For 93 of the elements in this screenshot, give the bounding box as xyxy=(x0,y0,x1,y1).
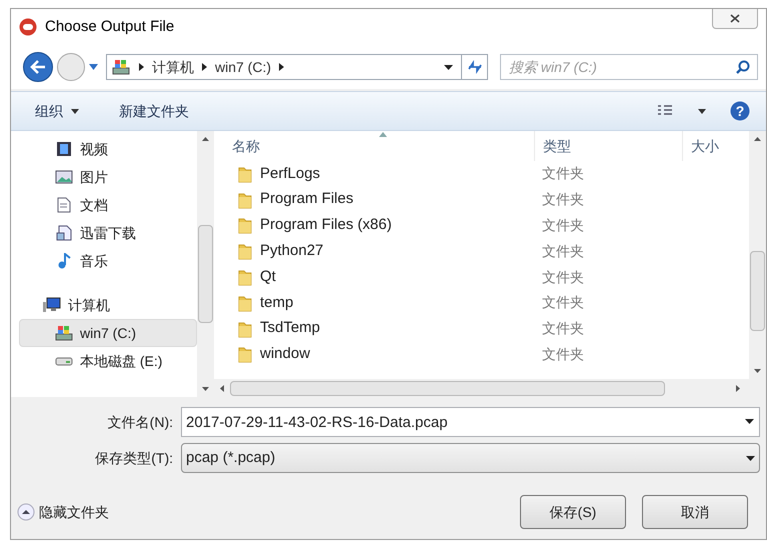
file-row[interactable]: Program Files (x86) 文件夹 xyxy=(214,212,749,238)
file-row[interactable]: Qt 文件夹 xyxy=(214,264,749,290)
sidebar-item[interactable]: 文档 xyxy=(19,191,197,219)
sidebar-item[interactable]: 迅雷下载 xyxy=(19,219,197,247)
file-type-label: 保存类型(T): xyxy=(94,448,173,468)
file-name: TsdTemp xyxy=(260,318,320,338)
sidebar-item[interactable]: win7 (C:) xyxy=(19,319,197,347)
search-field[interactable]: 搜索 win7 (C:) xyxy=(500,54,758,80)
new-folder-button[interactable]: 新建文件夹 xyxy=(111,100,197,122)
scroll-down-arrow-icon[interactable] xyxy=(202,387,209,391)
film-icon xyxy=(56,141,72,157)
file-type: 文件夹 xyxy=(541,268,584,287)
file-type: 文件夹 xyxy=(541,293,584,312)
document-icon xyxy=(56,225,72,241)
folder-icon xyxy=(238,320,252,338)
folder-icon xyxy=(238,294,252,312)
scroll-down-arrow-icon[interactable] xyxy=(754,369,761,373)
file-type-dropdown[interactable]: pcap (*.pcap) xyxy=(181,443,760,473)
drive-icon xyxy=(55,325,73,341)
file-row[interactable]: temp 文件夹 xyxy=(214,290,749,316)
picture-icon xyxy=(55,170,73,184)
drive-icon xyxy=(55,356,73,366)
close-icon xyxy=(730,14,740,23)
column-header[interactable]: 名称 xyxy=(214,136,534,156)
window-title: Choose Output File xyxy=(45,16,174,37)
folder-icon xyxy=(238,345,252,364)
file-type: 文件夹 xyxy=(541,216,584,235)
column-header[interactable]: 类型 xyxy=(534,131,682,161)
folder-icon xyxy=(238,242,252,260)
back-button[interactable] xyxy=(23,52,53,82)
file-name: window xyxy=(260,344,310,364)
dropdown-caret-icon[interactable] xyxy=(745,419,754,424)
scroll-left-arrow-icon[interactable] xyxy=(220,384,224,392)
scroll-right-arrow-icon[interactable] xyxy=(736,384,740,392)
music-note-icon xyxy=(57,253,71,269)
breadcrumb[interactable]: 计算机 xyxy=(152,56,194,78)
scroll-up-arrow-icon[interactable] xyxy=(202,137,209,141)
caret-icon xyxy=(71,108,79,114)
refresh-icon[interactable] xyxy=(466,60,482,74)
caret-icon[interactable] xyxy=(698,108,706,114)
folder-icon xyxy=(238,164,252,183)
back-arrow-icon xyxy=(30,60,46,74)
file-row[interactable]: PerfLogs 文件夹 xyxy=(214,161,749,187)
file-name: temp xyxy=(260,292,294,313)
computer-icon xyxy=(43,297,61,313)
breadcrumb[interactable]: win7 (C:) xyxy=(215,56,272,78)
sort-arrow-icon xyxy=(379,132,387,137)
view-options-icon[interactable] xyxy=(658,105,674,117)
dropdown-caret-icon[interactable] xyxy=(444,64,453,70)
folder-icon xyxy=(238,216,252,234)
organize-menu[interactable]: 组织 xyxy=(27,100,87,122)
file-name: Qt xyxy=(260,266,276,287)
folder-icon xyxy=(238,190,252,209)
scroll-up-arrow-icon[interactable] xyxy=(754,137,761,141)
drive-icon xyxy=(112,59,130,75)
folder-icon xyxy=(238,268,252,286)
dialog-button[interactable]: 取消 xyxy=(642,495,748,529)
app-icon xyxy=(19,18,37,36)
sidebar-item[interactable]: 视频 xyxy=(19,135,197,163)
chevron-icon xyxy=(279,63,284,71)
file-name: Python27 xyxy=(260,241,324,262)
file-name: Program Files xyxy=(260,189,354,210)
file-type: 文件夹 xyxy=(541,319,584,338)
address-bar[interactable]: 计算机 win7 (C:) xyxy=(106,54,488,80)
file-row[interactable]: Python27 文件夹 xyxy=(214,238,749,264)
chevron-icon xyxy=(139,63,144,71)
file-type: 文件夹 xyxy=(541,164,584,184)
file-name-label: 文件名(N): xyxy=(106,412,173,432)
sidebar-item[interactable]: 计算机 xyxy=(19,291,197,319)
scrollbar[interactable] xyxy=(197,131,214,397)
sidebar-item[interactable]: 图片 xyxy=(19,163,197,191)
file-type: 文件夹 xyxy=(541,190,584,210)
horizontal-scrollbar[interactable] xyxy=(214,379,766,397)
file-type: 文件夹 xyxy=(541,242,584,261)
help-icon[interactable]: ? xyxy=(730,101,750,121)
close-button[interactable] xyxy=(712,9,758,29)
file-row[interactable]: TsdTemp 文件夹 xyxy=(214,316,749,342)
hide-folders-toggle[interactable]: 隐藏文件夹 xyxy=(17,502,109,522)
search-icon xyxy=(736,60,750,74)
dropdown-caret-icon xyxy=(746,456,755,460)
document-icon xyxy=(57,197,71,213)
file-row[interactable]: window 文件夹 xyxy=(214,342,749,368)
file-type: 文件夹 xyxy=(541,344,584,364)
scrollbar[interactable] xyxy=(749,131,766,379)
dialog-button[interactable]: 保存(S) xyxy=(520,495,626,529)
chevron-icon xyxy=(202,63,207,71)
file-name: PerfLogs xyxy=(260,164,320,184)
caret-icon[interactable] xyxy=(89,64,98,70)
sidebar-item[interactable]: 本地磁盘 (E:) xyxy=(19,347,197,375)
file-name: Program Files (x86) xyxy=(260,215,392,236)
sidebar-item[interactable]: 音乐 xyxy=(19,247,197,275)
file-row[interactable]: Program Files 文件夹 xyxy=(214,186,749,213)
file-name-field[interactable]: 2017-07-29-11-43-02-RS-16-Data.pcap xyxy=(181,407,760,437)
